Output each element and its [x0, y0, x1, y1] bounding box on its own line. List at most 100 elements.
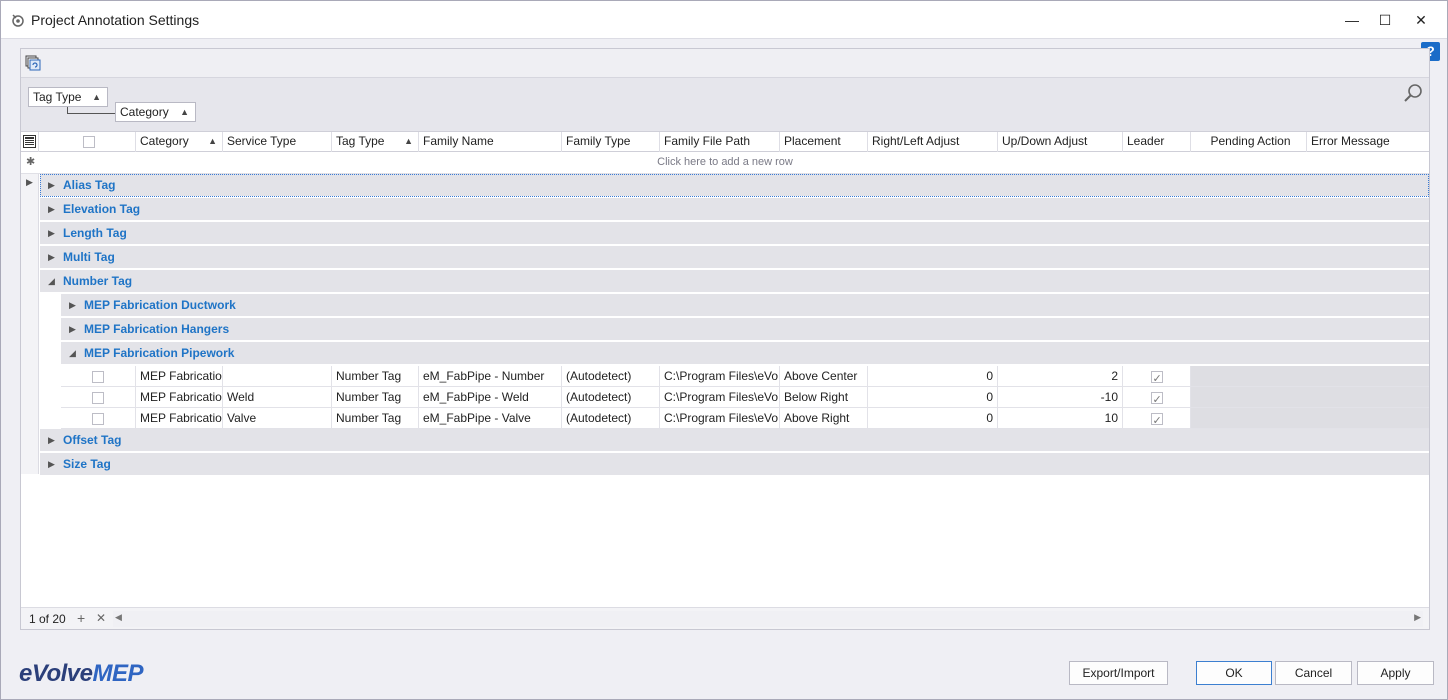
leader-checkbox[interactable]	[1150, 390, 1163, 407]
cell-family-file-path[interactable]: C:\Program Files\eVo...	[660, 387, 780, 407]
cell-family-type[interactable]: (Autodetect)	[562, 387, 660, 407]
ok-button[interactable]: OK	[1196, 661, 1272, 685]
cell-right-left-adjust[interactable]: 0	[868, 408, 998, 428]
cell-placement[interactable]: Above Right	[780, 408, 868, 428]
cell-up-down-adjust[interactable]: -10	[998, 387, 1123, 407]
cell-family-name[interactable]: eM_FabPipe - Weld	[419, 387, 562, 407]
cell-family-file-path[interactable]: C:\Program Files\eVo...	[660, 366, 780, 386]
column-header-service-type[interactable]: Service Type	[223, 132, 332, 152]
column-header-error-message[interactable]: Error Message	[1307, 132, 1429, 152]
expand-icon[interactable]: ▶	[48, 429, 55, 452]
new-item-row[interactable]: ✱ Click here to add a new row	[21, 152, 1429, 174]
close-button[interactable]: ✕	[1406, 7, 1436, 33]
cell-right-left-adjust[interactable]: 0	[868, 387, 998, 407]
column-header-right-left-adjust[interactable]: Right/Left Adjust	[868, 132, 998, 152]
row-select-cell[interactable]	[61, 408, 136, 428]
column-header-up-down-adjust[interactable]: Up/Down Adjust	[998, 132, 1123, 152]
cell-placement[interactable]: Above Center	[780, 366, 868, 386]
group-row-length-tag[interactable]: ▶ Length Tag	[40, 222, 1429, 245]
group-row-mep-fabrication-hangers[interactable]: ▶ MEP Fabrication Hangers	[61, 318, 1429, 341]
row-select-cell[interactable]	[61, 366, 136, 386]
cell-category[interactable]: MEP Fabricatio...	[136, 408, 223, 428]
remove-record-button[interactable]: ✕	[96, 611, 106, 625]
group-chip-tag-type[interactable]: Tag Type ▲	[28, 87, 108, 107]
scroll-right-icon[interactable]: ▶	[1414, 612, 1421, 623]
expand-icon[interactable]: ▶	[48, 246, 55, 269]
column-chooser[interactable]	[21, 132, 39, 152]
column-header-tag-type[interactable]: Tag Type ▲	[332, 132, 419, 152]
row-checkbox[interactable]	[92, 370, 104, 383]
app-icon	[12, 14, 24, 27]
cell-leader[interactable]	[1123, 366, 1191, 386]
expand-icon[interactable]: ▶	[69, 318, 76, 341]
scroll-left-icon[interactable]: ◀	[115, 612, 122, 623]
row-checkbox[interactable]	[92, 391, 104, 404]
column-header-family-file-path[interactable]: Family File Path	[660, 132, 780, 152]
cell-right-left-adjust[interactable]: 0	[868, 366, 998, 386]
cell-up-down-adjust[interactable]: 2	[998, 366, 1123, 386]
add-record-button[interactable]: +	[77, 610, 85, 626]
group-row-size-tag[interactable]: ▶ Size Tag	[40, 453, 1429, 476]
cell-category[interactable]: MEP Fabricatio...	[136, 387, 223, 407]
group-row-mep-fabrication-pipework[interactable]: ◢ MEP Fabrication Pipework	[61, 342, 1429, 365]
group-row-number-tag[interactable]: ◢ Number Tag	[40, 270, 1429, 293]
annotation-grid: Tag Type ▲ Category ▲ Category ▲ Service…	[20, 48, 1430, 630]
select-all-header[interactable]	[39, 132, 136, 152]
cell-service-type[interactable]	[223, 366, 332, 386]
table-row[interactable]: MEP Fabricatio... Valve Number Tag eM_Fa…	[61, 408, 1429, 429]
table-row[interactable]: MEP Fabricatio... Weld Number Tag eM_Fab…	[61, 387, 1429, 408]
column-header-placement[interactable]: Placement	[780, 132, 868, 152]
expand-icon[interactable]: ▶	[48, 198, 55, 221]
cell-leader[interactable]	[1123, 387, 1191, 407]
logo-text-evolve: eVolve	[19, 660, 93, 687]
cell-service-type[interactable]: Valve	[223, 408, 332, 428]
expand-icon[interactable]: ▶	[48, 222, 55, 245]
column-header-family-type[interactable]: Family Type	[562, 132, 660, 152]
group-row-elevation-tag[interactable]: ▶ Elevation Tag	[40, 198, 1429, 221]
leader-checkbox[interactable]	[1150, 411, 1163, 428]
collapse-icon[interactable]: ◢	[48, 270, 55, 293]
horizontal-scrollbar[interactable]: ◀ ▶	[113, 611, 1423, 627]
row-select-cell[interactable]	[61, 387, 136, 407]
row-checkbox[interactable]	[92, 412, 104, 425]
cell-tag-type[interactable]: Number Tag	[332, 387, 419, 407]
cell-category[interactable]: MEP Fabricatio...	[136, 366, 223, 386]
cell-family-name[interactable]: eM_FabPipe - Number	[419, 366, 562, 386]
apply-button[interactable]: Apply	[1357, 661, 1434, 685]
expand-icon[interactable]: ▶	[69, 294, 76, 317]
column-header-pending-action[interactable]: Pending Action	[1191, 132, 1307, 152]
row-indicator-column: ▶	[21, 174, 39, 474]
group-chip-category[interactable]: Category ▲	[115, 102, 196, 122]
maximize-button[interactable]: ☐	[1370, 7, 1400, 33]
cell-placement[interactable]: Below Right	[780, 387, 868, 407]
column-chooser-icon	[23, 135, 36, 148]
collapse-icon[interactable]: ◢	[69, 342, 76, 365]
group-row-alias-tag[interactable]: ▶ Alias Tag	[40, 174, 1429, 197]
cancel-button[interactable]: Cancel	[1275, 661, 1352, 685]
cell-leader[interactable]	[1123, 408, 1191, 428]
cell-service-type[interactable]: Weld	[223, 387, 332, 407]
export-import-button[interactable]: Export/Import	[1069, 661, 1168, 685]
group-row-multi-tag[interactable]: ▶ Multi Tag	[40, 246, 1429, 269]
select-all-checkbox[interactable]	[83, 135, 95, 148]
table-row[interactable]: MEP Fabricatio... Number Tag eM_FabPipe …	[61, 366, 1429, 387]
search-icon[interactable]	[1403, 83, 1423, 103]
cell-family-type[interactable]: (Autodetect)	[562, 366, 660, 386]
column-header-leader[interactable]: Leader	[1123, 132, 1191, 152]
cell-family-type[interactable]: (Autodetect)	[562, 408, 660, 428]
expand-icon[interactable]: ▶	[48, 453, 55, 476]
group-row-mep-fabrication-ductwork[interactable]: ▶ MEP Fabrication Ductwork	[61, 294, 1429, 317]
expand-icon[interactable]: ▶	[48, 174, 55, 197]
group-by-panel: Tag Type ▲ Category ▲	[21, 77, 1429, 131]
cell-family-name[interactable]: eM_FabPipe - Valve	[419, 408, 562, 428]
cell-up-down-adjust[interactable]: 10	[998, 408, 1123, 428]
group-row-offset-tag[interactable]: ▶ Offset Tag	[40, 429, 1429, 452]
cell-tag-type[interactable]: Number Tag	[332, 366, 419, 386]
minimize-button[interactable]: —	[1337, 7, 1367, 33]
column-header-category[interactable]: Category ▲	[136, 132, 223, 152]
column-header-family-name[interactable]: Family Name	[419, 132, 562, 152]
cell-tag-type[interactable]: Number Tag	[332, 408, 419, 428]
leader-checkbox[interactable]	[1150, 369, 1163, 386]
cell-family-file-path[interactable]: C:\Program Files\eVo...	[660, 408, 780, 428]
refresh-layout-icon[interactable]	[25, 55, 41, 71]
